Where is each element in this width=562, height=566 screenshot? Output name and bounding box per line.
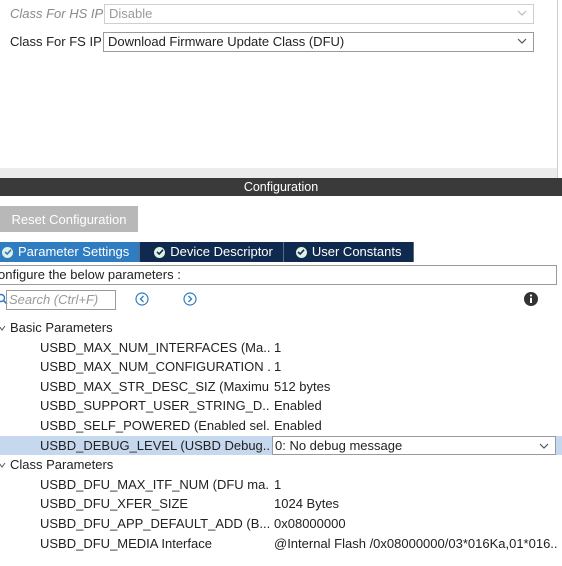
param-value: 0x08000000: [274, 515, 346, 531]
fs-ip-select[interactable]: Download Firmware Update Class (DFU): [103, 32, 534, 52]
group-basic-parameters[interactable]: Basic Parameters: [0, 318, 562, 338]
param-value: 1: [274, 476, 282, 492]
expand-arrow-icon[interactable]: [0, 461, 6, 469]
chevron-down-icon: [517, 10, 527, 16]
configure-description: onfigure the below parameters :: [0, 265, 557, 285]
param-row-selected[interactable]: USBD_DEBUG_LEVEL (USBD Debug... 0: No de…: [0, 435, 562, 456]
check-icon: [154, 246, 166, 258]
search-toolbar: Search (Ctrl+F): [0, 290, 562, 310]
param-row[interactable]: USBD_MAX_NUM_INTERFACES (Ma... 1: [0, 338, 562, 358]
config-tabs: Parameter Settings Device Descriptor Use…: [0, 242, 415, 262]
param-name: USBD_MAX_NUM_CONFIGURATION ...: [40, 359, 270, 375]
param-name: USBD_DFU_MEDIA Interface: [40, 535, 212, 551]
param-value: @Internal Flash /0x08000000/03*016Ka,01*…: [274, 535, 558, 551]
param-row[interactable]: USBD_SELF_POWERED (Enabled sel... Enable…: [0, 416, 562, 436]
param-value: 1: [274, 339, 282, 355]
check-icon: [2, 246, 13, 258]
previous-result-icon[interactable]: [135, 292, 149, 306]
configuration-header: Configuration: [0, 178, 562, 196]
param-row[interactable]: USBD_SUPPORT_USER_STRING_D... Enabled: [0, 396, 562, 416]
hs-ip-value: Disable: [109, 6, 153, 21]
expand-arrow-icon[interactable]: [0, 324, 6, 332]
tab-label: Device Descriptor: [170, 244, 273, 259]
param-name: USBD_MAX_NUM_INTERFACES (Ma...: [40, 339, 270, 355]
param-name: USBD_DEBUG_LEVEL (USBD Debug...: [40, 437, 270, 453]
param-name: USBD_DFU_MAX_ITF_NUM (DFU ma...: [40, 476, 270, 492]
param-name: USBD_DFU_APP_DEFAULT_ADD (B...: [40, 515, 270, 531]
fs-ip-label: Class For FS IP: [10, 34, 102, 49]
info-icon[interactable]: [523, 291, 539, 307]
param-name: USBD_MAX_STR_DESC_SIZ (Maximu...: [40, 378, 270, 394]
param-row[interactable]: USBD_DFU_APP_DEFAULT_ADD (B... 0x0800000…: [0, 514, 562, 534]
param-name: USBD_DFU_XFER_SIZE: [40, 496, 189, 512]
group-label: Class Parameters: [10, 457, 114, 473]
parameter-tree: Basic Parameters USBD_MAX_NUM_INTERFACES…: [0, 318, 562, 553]
splitter[interactable]: [0, 168, 557, 178]
tab-device-descriptor[interactable]: Device Descriptor: [140, 242, 284, 262]
next-result-icon[interactable]: [183, 292, 197, 306]
param-value: 0: No debug message: [275, 437, 403, 453]
group-label: Basic Parameters: [10, 320, 113, 335]
param-value: Enabled: [274, 398, 322, 414]
panel-divider: [557, 0, 558, 178]
param-value: 1024 Bytes: [274, 496, 340, 512]
param-row[interactable]: USBD_DFU_MAX_ITF_NUM (DFU ma... 1: [0, 475, 562, 495]
param-row[interactable]: USBD_MAX_STR_DESC_SIZ (Maximu... 512 byt…: [0, 377, 562, 397]
reset-configuration-button[interactable]: Reset Configuration: [0, 206, 138, 232]
param-row[interactable]: USBD_MAX_NUM_CONFIGURATION ... 1: [0, 357, 562, 377]
param-value: 1: [274, 359, 282, 375]
tab-user-constants[interactable]: User Constants: [283, 242, 415, 262]
param-value: 512 bytes: [274, 378, 331, 394]
check-icon: [295, 246, 307, 258]
debug-level-select[interactable]: 0: No debug message: [272, 435, 556, 455]
tab-parameter-settings[interactable]: Parameter Settings: [0, 242, 141, 262]
hs-ip-select: Disable: [104, 4, 534, 24]
param-row[interactable]: USBD_DFU_MEDIA Interface @Internal Flash…: [0, 534, 562, 554]
hs-ip-label: Class For HS IP: [10, 6, 104, 21]
fs-ip-value: Download Firmware Update Class (DFU): [108, 34, 345, 49]
param-name: USBD_SUPPORT_USER_STRING_D...: [40, 398, 270, 414]
tab-label: User Constants: [311, 244, 402, 259]
search-input[interactable]: Search (Ctrl+F): [6, 290, 116, 310]
tab-label: Parameter Settings: [18, 244, 130, 259]
param-value: Enabled: [274, 417, 322, 433]
chevron-down-icon: [517, 38, 527, 44]
group-class-parameters[interactable]: Class Parameters: [0, 455, 562, 475]
chevron-down-icon: [539, 443, 549, 449]
param-row[interactable]: USBD_DFU_XFER_SIZE 1024 Bytes: [0, 494, 562, 514]
param-name: USBD_SELF_POWERED (Enabled sel...: [40, 417, 270, 433]
